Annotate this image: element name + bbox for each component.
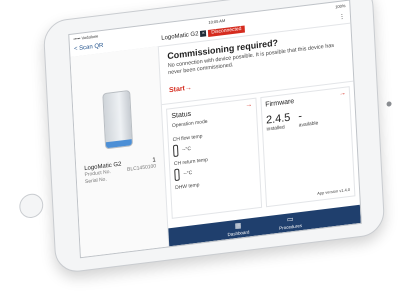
firmware-card[interactable]: Firmware → 2.4.5 installed - available A… <box>259 86 356 208</box>
installed-version: 2.4.5 installed <box>266 112 291 133</box>
arrow-right-icon[interactable]: → <box>339 90 346 98</box>
available-label: available <box>298 120 319 129</box>
temp-value: --°C <box>182 145 192 154</box>
more-menu-icon[interactable]: ⋮ <box>339 12 350 21</box>
thermometer-icon <box>172 144 179 158</box>
available-version: - available <box>298 108 319 128</box>
document-icon: ▭ <box>286 215 294 224</box>
tab-label: Dashboard <box>227 229 250 238</box>
tab-dashboard[interactable]: ▦ Dashboard <box>227 220 250 238</box>
device-image <box>102 89 134 150</box>
nav-device-name: LogoMatic G2 <box>161 31 199 42</box>
tab-label: Procedures <box>279 222 303 231</box>
main-content: Commissioning required? No connection wi… <box>158 22 361 247</box>
tab-procedures[interactable]: ▭ Procedures <box>279 214 303 231</box>
close-icon[interactable]: × <box>200 30 207 37</box>
app-version: App version v1.4.0 <box>317 186 351 196</box>
device-info: LogoMatic G2 1 Product No. BLC1450100 Se… <box>84 157 157 186</box>
device-panel: LogoMatic G2 1 Product No. BLC1450100 Se… <box>70 46 170 258</box>
arrow-right-icon[interactable]: → <box>245 101 252 109</box>
grid-icon: ▦ <box>234 222 242 231</box>
battery-text: 100% <box>335 2 346 9</box>
start-button[interactable]: Start→ <box>169 84 192 94</box>
temp-value: --°C <box>183 169 193 178</box>
tablet-frame: ••••• Vodafone 10:05 AM 100% < Scan QR L… <box>18 0 392 275</box>
cards-row: Status → Operation mode CH flow temp --°… <box>162 82 360 224</box>
thermometer-icon <box>174 168 180 182</box>
stage: ••••• Vodafone 10:05 AM 100% < Scan QR L… <box>0 0 404 300</box>
home-button[interactable] <box>18 192 44 220</box>
status-badge: Disconnected <box>208 25 245 37</box>
app-screen: ••••• Vodafone 10:05 AM 100% < Scan QR L… <box>68 0 362 259</box>
detail-label: Serial No. <box>84 176 107 186</box>
firmware-versions: 2.4.5 installed - available <box>266 105 347 133</box>
status-card[interactable]: Status → Operation mode CH flow temp --°… <box>166 97 262 219</box>
camera-icon <box>386 101 392 107</box>
